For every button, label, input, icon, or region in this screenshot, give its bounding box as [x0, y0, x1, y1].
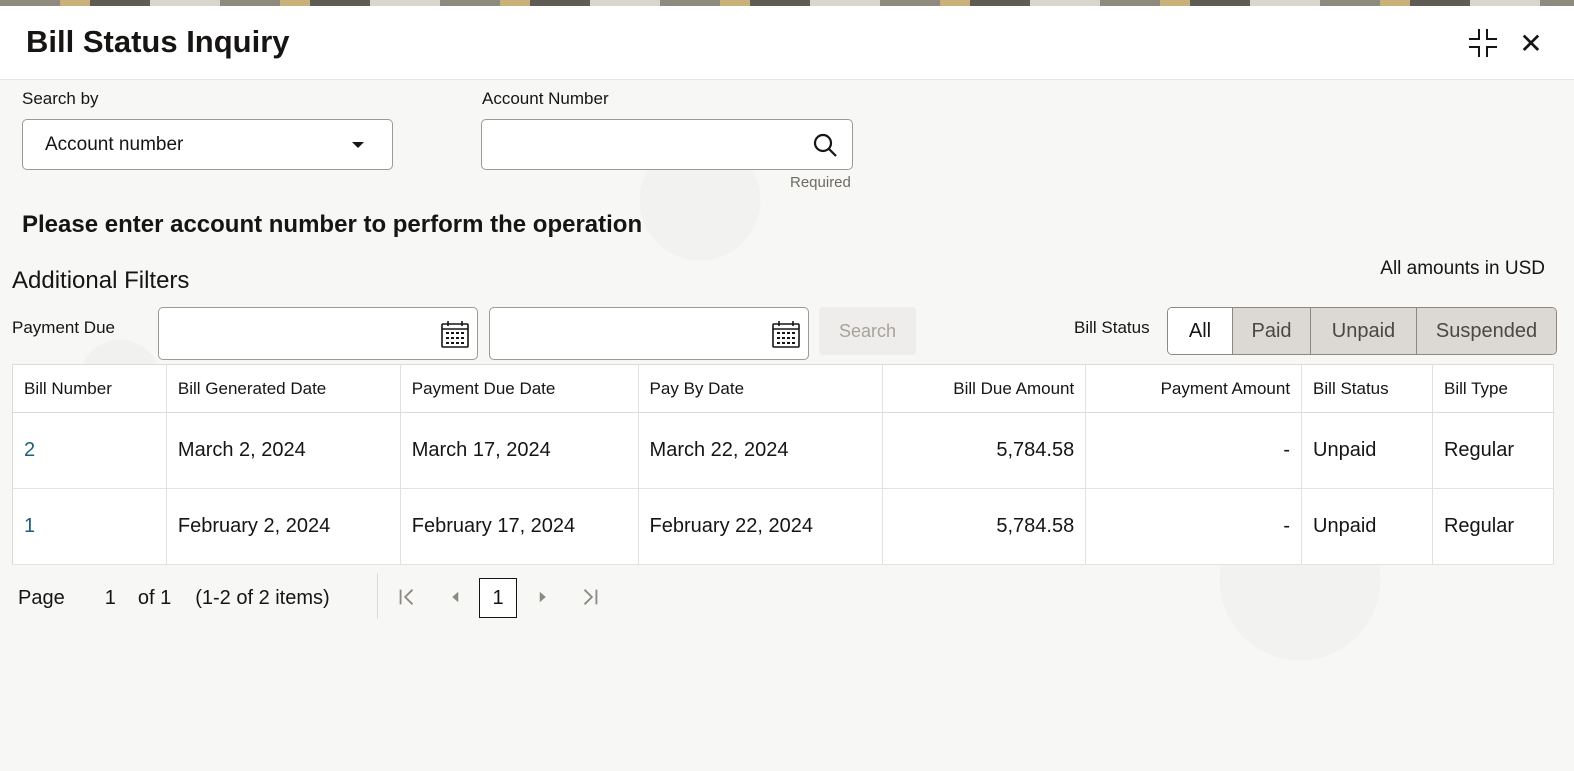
payment-amount-cell: -	[1085, 412, 1303, 489]
column-header-bill-number[interactable]: Bill Number	[12, 364, 167, 413]
search-by-value: Account number	[45, 133, 184, 155]
table-header-row: Bill Number Bill Generated Date Payment …	[12, 364, 1555, 413]
column-header-bill-type[interactable]: Bill Type	[1432, 364, 1555, 413]
pay-by-date-cell: March 22, 2024	[638, 412, 884, 489]
first-page-icon[interactable]	[395, 585, 419, 609]
bill-generated-date-cell: March 2, 2024	[166, 412, 401, 489]
bill-generated-date-cell: February 2, 2024	[166, 488, 401, 565]
bill-number-link[interactable]: 1	[12, 488, 167, 565]
status-all-button[interactable]: All	[1168, 308, 1232, 354]
calendar-icon[interactable]	[439, 318, 471, 350]
search-by-select[interactable]: Account number	[22, 119, 393, 170]
account-number-field	[481, 119, 853, 170]
chevron-down-icon	[352, 142, 364, 148]
close-icon[interactable]: ✕	[1514, 26, 1548, 60]
status-paid-button[interactable]: Paid	[1232, 308, 1310, 354]
payment-due-from-input[interactable]	[169, 317, 429, 351]
payment-due-date-cell: March 17, 2024	[400, 412, 639, 489]
search-by-label: Search by	[22, 89, 99, 108]
table-row: 2 March 2, 2024 March 17, 2024 March 22,…	[12, 412, 1555, 489]
additional-filters-title: Additional Filters	[12, 267, 190, 294]
bill-due-amount-cell: 5,784.58	[882, 412, 1087, 489]
account-number-input[interactable]	[494, 128, 804, 162]
bill-type-cell: Regular	[1432, 412, 1555, 489]
column-header-bill-due-amount[interactable]: Bill Due Amount	[882, 364, 1087, 413]
bill-status-cell: Unpaid	[1301, 412, 1433, 489]
instruction-message: Please enter account number to perform t…	[22, 211, 643, 238]
payment-due-date-cell: February 17, 2024	[400, 488, 639, 565]
table-row: 1 February 2, 2024 February 17, 2024 Feb…	[12, 488, 1555, 565]
column-header-pay-by-date[interactable]: Pay By Date	[638, 364, 884, 413]
window-header: Bill Status Inquiry ✕	[0, 6, 1574, 80]
payment-due-to-field	[489, 307, 809, 360]
current-page-button[interactable]: 1	[479, 578, 517, 618]
page-number-input[interactable]: 1	[105, 587, 116, 610]
pay-by-date-cell: February 22, 2024	[638, 488, 884, 565]
bill-type-cell: Regular	[1432, 488, 1555, 565]
column-header-payment-amount[interactable]: Payment Amount	[1085, 364, 1303, 413]
next-page-icon[interactable]	[530, 585, 554, 609]
payment-due-from-field	[158, 307, 478, 360]
bill-status-label: Bill Status	[1074, 318, 1150, 337]
status-unpaid-button[interactable]: Unpaid	[1310, 308, 1416, 354]
column-header-payment-due-date[interactable]: Payment Due Date	[400, 364, 639, 413]
pagination-divider	[377, 573, 378, 619]
bill-status-segmented-control: All Paid Unpaid Suspended	[1167, 307, 1557, 355]
bill-table: Bill Number Bill Generated Date Payment …	[12, 364, 1555, 565]
bill-number-link[interactable]: 2	[12, 412, 167, 489]
calendar-icon[interactable]	[770, 318, 802, 350]
account-number-label: Account Number	[482, 89, 609, 108]
search-icon[interactable]	[812, 132, 838, 158]
previous-page-icon[interactable]	[444, 585, 468, 609]
search-button[interactable]: Search	[819, 307, 916, 355]
status-suspended-button[interactable]: Suspended	[1416, 308, 1556, 354]
collapse-icon[interactable]	[1466, 26, 1500, 60]
items-count: (1-2 of 2 items)	[195, 586, 330, 609]
column-header-bill-generated-date[interactable]: Bill Generated Date	[166, 364, 401, 413]
last-page-icon[interactable]	[578, 585, 602, 609]
payment-due-to-input[interactable]	[500, 317, 760, 351]
column-header-bill-status[interactable]: Bill Status	[1301, 364, 1433, 413]
page-total: of 1	[137, 586, 172, 609]
payment-due-label: Payment Due	[12, 318, 115, 337]
payment-amount-cell: -	[1085, 488, 1303, 565]
page-label: Page	[18, 586, 65, 609]
bill-status-cell: Unpaid	[1301, 488, 1433, 565]
page-title: Bill Status Inquiry	[26, 24, 290, 59]
pagination-info: Page 1 of 1 (1-2 of 2 items)	[18, 582, 330, 614]
required-hint: Required	[790, 174, 851, 191]
bill-due-amount-cell: 5,784.58	[882, 488, 1087, 565]
currency-note: All amounts in USD	[1380, 258, 1545, 279]
